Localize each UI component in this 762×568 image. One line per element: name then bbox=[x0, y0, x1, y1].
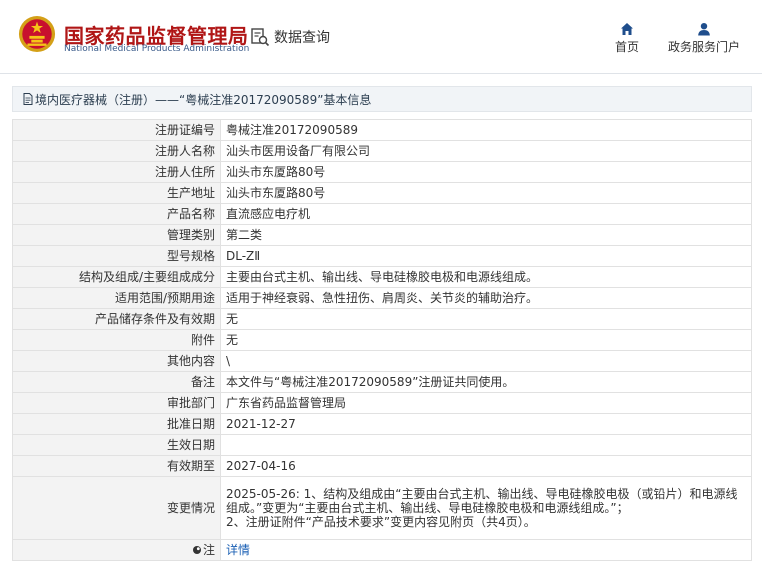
field-value: 广东省药品监督管理局 bbox=[220, 392, 752, 414]
note-label: 注 bbox=[202, 542, 215, 557]
national-emblem-logo bbox=[18, 15, 56, 53]
field-label: 结构及组成/主要组成成分 bbox=[12, 266, 221, 288]
field-value: 汕头市医用设备厂有限公司 bbox=[220, 140, 752, 162]
breadcrumb-text: 境内医疗器械（注册）——“粤械注准20172090589”基本信息 bbox=[35, 92, 372, 107]
org-name-en: National Medical Products Administration bbox=[64, 44, 250, 54]
field-value: 汕头市东厦路80号 bbox=[220, 182, 752, 204]
field-value: 本文件与“粤械注准20172090589”注册证共同使用。 bbox=[220, 371, 752, 393]
field-label: 批准日期 bbox=[12, 413, 221, 435]
note-label-cell: 注 bbox=[12, 539, 221, 561]
table-row: 结构及组成/主要组成成分 主要由台式主机、输出线、导电硅橡胶电极和电源线组成。 bbox=[12, 266, 752, 288]
table-row: 有效期至 2027-04-16 bbox=[12, 455, 752, 477]
field-label: 有效期至 bbox=[12, 455, 221, 477]
field-label: 生产地址 bbox=[12, 182, 221, 204]
note-value: 详情 bbox=[220, 539, 752, 561]
user-icon bbox=[698, 23, 710, 36]
change-line-2: 2、注册证附件“产品技术要求”变更内容见附页（共4页）。 bbox=[226, 515, 536, 529]
field-value: 第二类 bbox=[220, 224, 752, 246]
field-label: 附件 bbox=[12, 329, 221, 351]
field-value: \ bbox=[220, 350, 752, 372]
breadcrumb: 境内医疗器械（注册）——“粤械注准20172090589”基本信息 bbox=[12, 86, 752, 112]
table-row: 注册人住所 汕头市东厦路80号 bbox=[12, 161, 752, 183]
field-value: 2027-04-16 bbox=[220, 455, 752, 477]
table-row: 批准日期 2021-12-27 bbox=[12, 413, 752, 435]
table-row: 审批部门 广东省药品监督管理局 bbox=[12, 392, 752, 414]
document-search-icon bbox=[251, 28, 270, 47]
nav-home[interactable]: 首页 bbox=[612, 22, 642, 55]
field-label: 产品储存条件及有效期 bbox=[12, 308, 221, 330]
table-row: 其他内容 \ bbox=[12, 350, 752, 372]
nav-home-label: 首页 bbox=[614, 40, 639, 54]
field-label: 生效日期 bbox=[12, 434, 221, 456]
table-row: 产品名称 直流感应电疗机 bbox=[12, 203, 752, 225]
table-row: 生效日期 bbox=[12, 434, 752, 456]
field-value: 粤械注准20172090589 bbox=[220, 119, 752, 141]
data-query-label: 数据查询 bbox=[274, 30, 330, 46]
change-value: 2025-05-26: 1、结构及组成由“主要由台式主机、输出线、导电硅橡胶电极… bbox=[220, 476, 752, 540]
home-icon bbox=[621, 23, 633, 35]
table-row: 产品储存条件及有效期无 bbox=[12, 308, 752, 330]
field-label: 注册证编号 bbox=[12, 119, 221, 141]
field-value: 直流感应电疗机 bbox=[220, 203, 752, 225]
field-label: 产品名称 bbox=[12, 203, 221, 225]
field-label: 备注 bbox=[12, 371, 221, 393]
table-row: 管理类别 第二类 bbox=[12, 224, 752, 246]
detail-table: 注册证编号 粤械注准20172090589 注册人名称 汕头市医用设备厂有限公司 注册人… bbox=[12, 119, 752, 561]
change-line-1: 2025-05-26: 1、结构及组成由“主要由台式主机、输出线、导电硅橡胶电极… bbox=[226, 487, 738, 515]
table-row: 型号规格 DL-ZⅡ bbox=[12, 245, 752, 267]
data-query-link[interactable]: 数据查询 bbox=[250, 27, 330, 47]
field-label: 注册人住所 bbox=[12, 161, 221, 183]
field-label: 型号规格 bbox=[12, 245, 221, 267]
details-link[interactable]: 详情 bbox=[226, 543, 250, 557]
field-label: 适用范围/预期用途 bbox=[12, 287, 221, 309]
site-header: 国家药品监督管理局 National Medical Products Admi… bbox=[0, 0, 762, 74]
field-value: 主要由台式主机、输出线、导电硅橡胶电极和电源线组成。 bbox=[220, 266, 752, 288]
field-label: 其他内容 bbox=[12, 350, 221, 372]
field-value: 无 bbox=[220, 329, 752, 351]
field-label: 变更情况 bbox=[12, 476, 221, 540]
nav-service-portal-label: 政务服务门户 bbox=[667, 40, 740, 54]
table-row-note: 注 详情 bbox=[12, 539, 752, 561]
field-value: 汕头市东厦路80号 bbox=[220, 161, 752, 183]
field-value: 2021-12-27 bbox=[220, 413, 752, 435]
table-row-change: 变更情况 2025-05-26: 1、结构及组成由“主要由台式主机、输出线、导电… bbox=[12, 476, 752, 540]
table-row: 适用范围/预期用途 适用于神经衰弱、急性扭伤、肩周炎、关节炎的辅助治疗。 bbox=[12, 287, 752, 309]
field-value: 无 bbox=[220, 308, 752, 330]
table-row: 注册证编号 粤械注准20172090589 bbox=[12, 119, 752, 141]
table-row: 生产地址 汕头市东厦路80号 bbox=[12, 182, 752, 204]
nav-service-portal[interactable]: 政务服务门户 bbox=[664, 22, 744, 55]
field-value: 适用于神经衰弱、急性扭伤、肩周炎、关节炎的辅助治疗。 bbox=[220, 287, 752, 309]
field-label: 注册人名称 bbox=[12, 140, 221, 162]
field-label: 审批部门 bbox=[12, 392, 221, 414]
table-row: 附件无 bbox=[12, 329, 752, 351]
field-value: DL-ZⅡ bbox=[220, 245, 752, 267]
document-icon bbox=[23, 93, 33, 105]
bullet-icon bbox=[192, 545, 201, 554]
field-label: 管理类别 bbox=[12, 224, 221, 246]
table-row: 注册人名称 汕头市医用设备厂有限公司 bbox=[12, 140, 752, 162]
field-value bbox=[220, 434, 752, 456]
table-row: 备注 本文件与“粤械注准20172090589”注册证共同使用。 bbox=[12, 371, 752, 393]
